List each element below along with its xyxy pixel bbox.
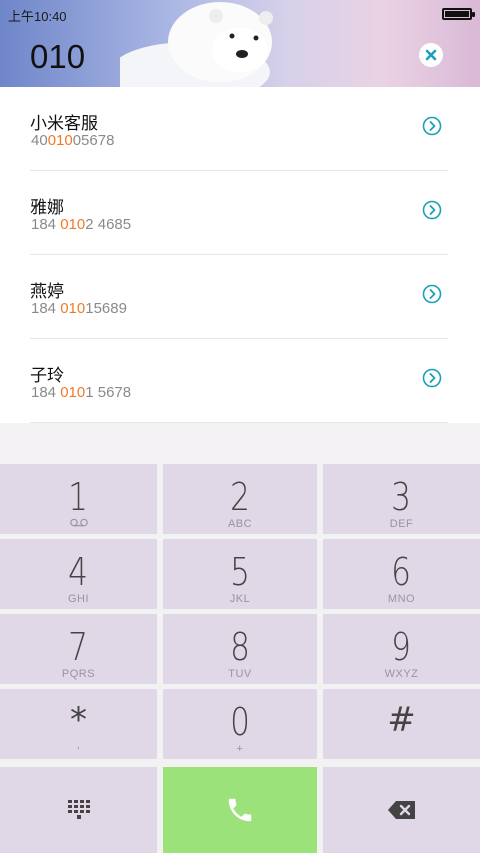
contact-name: 小米客服 bbox=[30, 114, 98, 134]
key-letters: MNO bbox=[387, 593, 416, 605]
key-8[interactable]: 8 TUV bbox=[163, 614, 317, 684]
key-0[interactable]: 0 + bbox=[163, 689, 317, 759]
close-circle-icon bbox=[425, 49, 437, 61]
key-7[interactable]: 7 PQRS bbox=[0, 614, 157, 684]
key-9[interactable]: 9 WXYZ bbox=[323, 614, 480, 684]
contact-name: 燕婷 bbox=[30, 282, 64, 302]
key-3[interactable]: 3 DEF bbox=[323, 464, 480, 534]
list-item[interactable]: 子玲 184 0101 5678 bbox=[30, 339, 448, 423]
key-letters: PQRS bbox=[61, 668, 96, 680]
call-button[interactable] bbox=[163, 767, 317, 853]
list-item[interactable]: 燕婷 184 01015689 bbox=[30, 255, 448, 339]
contact-number: 4001005678 bbox=[31, 132, 115, 149]
key-letters: + bbox=[236, 743, 244, 755]
list-item[interactable]: 雅娜 184 0102 4685 bbox=[30, 171, 448, 255]
key-letters: ABC bbox=[227, 518, 253, 530]
key-letters: TUV bbox=[228, 668, 252, 680]
contact-number: 184 0101 5678 bbox=[31, 384, 132, 401]
key-letters: WXYZ bbox=[384, 668, 419, 680]
dialed-number[interactable]: 010 bbox=[30, 38, 85, 76]
phone-icon bbox=[228, 798, 252, 822]
chevron-circle-right-icon[interactable] bbox=[422, 200, 442, 220]
key-digit: 4 bbox=[68, 550, 89, 594]
key-digit: 2 bbox=[230, 475, 250, 519]
dialer-header: 上午10:40 010 bbox=[0, 0, 480, 87]
key-star[interactable]: * , bbox=[0, 689, 157, 759]
key-5[interactable]: 5 JKL bbox=[163, 539, 317, 609]
status-time: 上午10:40 bbox=[8, 9, 67, 24]
contact-name: 雅娜 bbox=[30, 198, 64, 218]
chevron-circle-right-icon[interactable] bbox=[422, 116, 442, 136]
key-digit: 5 bbox=[230, 550, 250, 594]
key-digit: 3 bbox=[391, 475, 412, 519]
key-digit: 6 bbox=[391, 550, 412, 594]
key-letters: DEF bbox=[389, 518, 414, 530]
dialpad-grid-icon bbox=[67, 800, 90, 819]
key-hash[interactable]: # bbox=[323, 689, 480, 759]
key-digit: 7 bbox=[68, 625, 89, 669]
backspace-icon bbox=[387, 801, 415, 819]
key-1[interactable]: 1 bbox=[0, 464, 157, 534]
key-2[interactable]: 2 ABC bbox=[163, 464, 317, 534]
contact-results-list: 小米客服 4001005678 雅娜 184 0102 4685 燕婷 184 … bbox=[0, 87, 480, 423]
backspace-button[interactable] bbox=[323, 767, 480, 853]
key-digit: 1 bbox=[68, 475, 89, 519]
voicemail-icon bbox=[69, 518, 88, 527]
contact-number: 184 01015689 bbox=[31, 300, 127, 317]
status-bar: 上午10:40 bbox=[0, 0, 480, 26]
battery-icon bbox=[442, 8, 475, 20]
clear-button[interactable] bbox=[419, 43, 443, 67]
chevron-circle-right-icon[interactable] bbox=[422, 284, 442, 304]
key-digit: * bbox=[70, 700, 87, 740]
key-letters: GHI bbox=[67, 593, 90, 605]
list-item[interactable]: 小米客服 4001005678 bbox=[30, 87, 448, 171]
chevron-circle-right-icon[interactable] bbox=[422, 368, 442, 388]
key-digit: # bbox=[387, 700, 416, 740]
keypad-toggle-button[interactable] bbox=[0, 767, 157, 853]
key-digit: 0 bbox=[230, 700, 250, 744]
key-digit: 9 bbox=[391, 625, 412, 669]
key-6[interactable]: 6 MNO bbox=[323, 539, 480, 609]
key-letters: JKL bbox=[229, 593, 251, 605]
key-letters: , bbox=[76, 739, 81, 751]
dial-keypad: 1 2 ABC 3 DEF 4 GHI 5 JKL 6 MNO 7 PQRS 8… bbox=[0, 464, 480, 853]
key-4[interactable]: 4 GHI bbox=[0, 539, 157, 609]
key-digit: 8 bbox=[230, 625, 250, 669]
contact-number: 184 0102 4685 bbox=[31, 216, 132, 233]
contact-name: 子玲 bbox=[30, 366, 64, 386]
